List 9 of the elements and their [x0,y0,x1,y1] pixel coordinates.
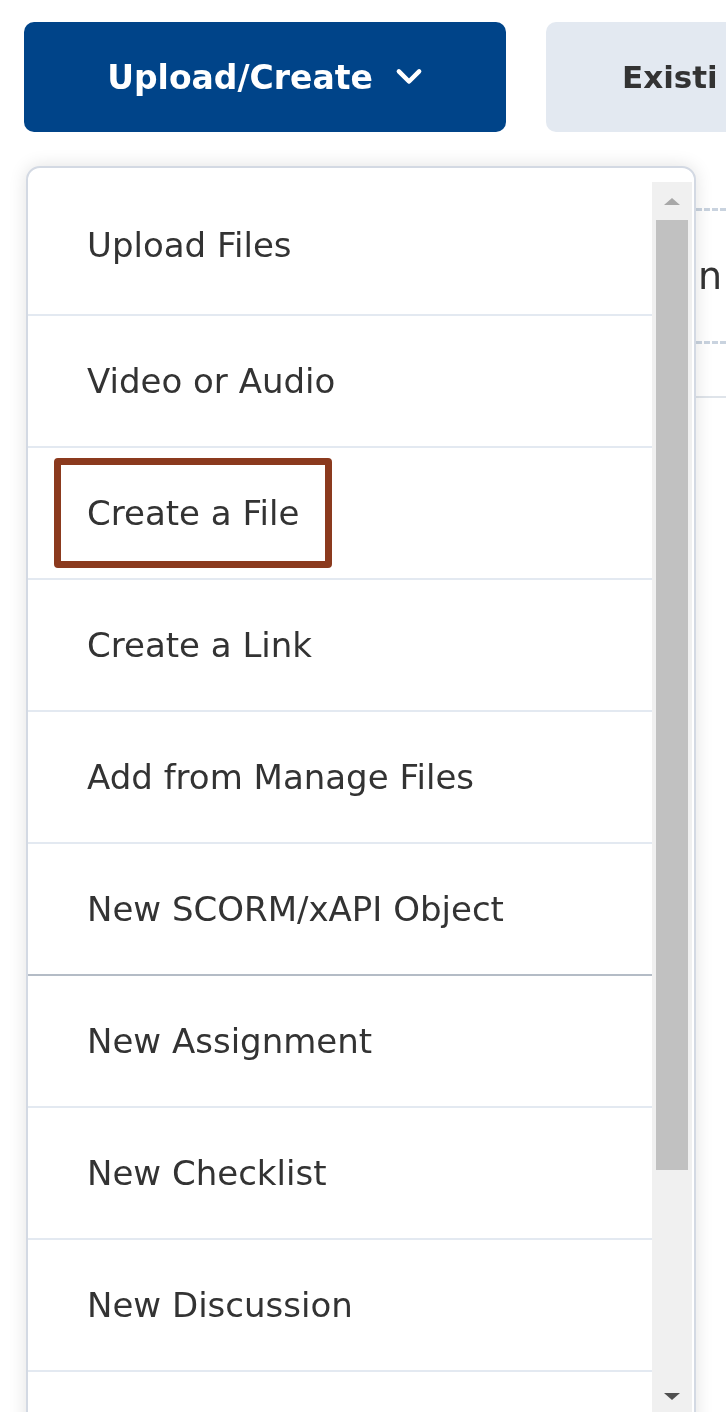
page-text: n [697,254,723,298]
menu-item[interactable]: Upload Files [28,168,652,314]
scroll-up-icon[interactable] [662,196,682,206]
scrollbar-thumb[interactable] [656,220,688,1170]
menu-item[interactable]: Create a File [28,446,652,578]
existing-button[interactable]: Existi [546,22,726,132]
upload-create-button[interactable]: Upload/Create [24,22,506,132]
scrollbar[interactable] [652,182,692,1412]
scroll-down-icon[interactable] [662,1392,682,1402]
